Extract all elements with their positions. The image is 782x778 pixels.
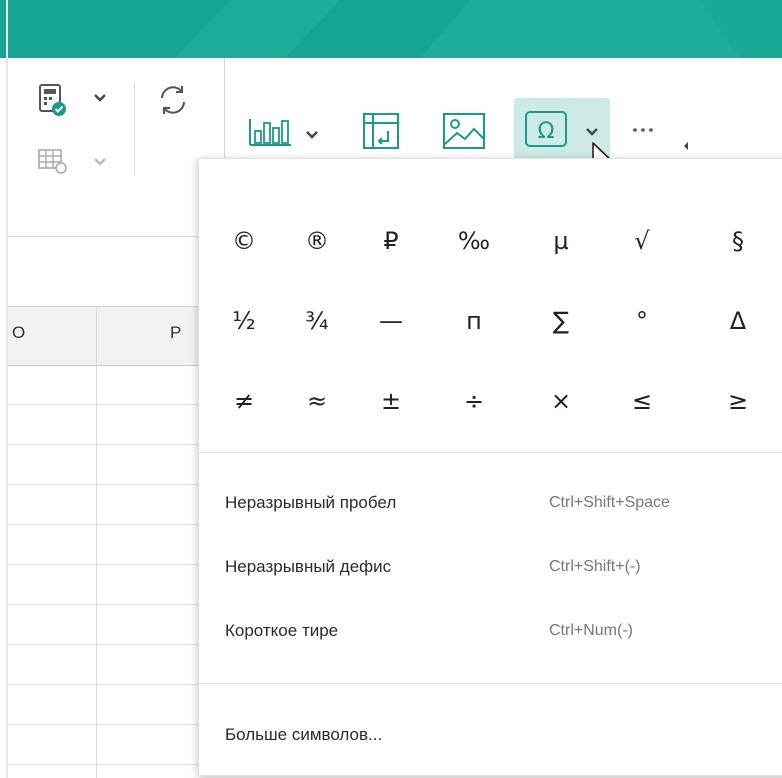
scroll-left-arrow-icon[interactable] <box>678 138 694 154</box>
row-line <box>8 644 208 645</box>
row-line <box>8 444 208 445</box>
table-refresh-icon[interactable] <box>30 140 74 180</box>
menu-item-shortcut: Ctrl+Shift+(-) <box>549 558 641 575</box>
symbol-approx[interactable]: ≈ <box>292 381 342 421</box>
symbol-summation[interactable]: ∑ <box>536 301 586 341</box>
ribbon-separator <box>224 58 225 158</box>
more-options-icon[interactable] <box>628 118 658 142</box>
menu-item-label: Больше символов... <box>225 725 383 744</box>
calculator-check-icon[interactable] <box>30 78 74 122</box>
ribbon-separator <box>134 84 135 176</box>
row-line <box>8 484 208 485</box>
menu-item-nonbreaking-space[interactable]: Неразрывный пробел Ctrl+Shift+Space <box>199 483 782 523</box>
symbol-multiply[interactable]: × <box>536 381 586 421</box>
menu-item-shortcut: Ctrl+Num(-) <box>549 622 633 639</box>
ribbon-bottom-border <box>8 236 208 237</box>
row-line <box>8 524 208 525</box>
svg-text:Ω: Ω <box>538 119 555 144</box>
symbol-one-half[interactable]: ½ <box>219 301 269 341</box>
symbol-per-mille[interactable]: ‰ <box>449 221 499 261</box>
chevron-down-icon[interactable] <box>300 124 324 146</box>
symbols-dropdown-menu: © ® ₽ ‰ µ √ § ½ ¾ — п ∑ ° Δ ≠ ≈ ± ÷ × ≤ … <box>198 158 782 776</box>
row-line <box>8 404 208 405</box>
image-icon[interactable] <box>436 106 492 156</box>
symbol-degree[interactable]: ° <box>617 301 667 341</box>
menu-item-label: Неразрывный пробел <box>225 493 397 512</box>
omega-symbol-icon[interactable]: Ω <box>518 104 574 154</box>
menu-separator <box>199 452 782 453</box>
pivot-table-icon[interactable] <box>356 106 406 156</box>
bar-chart-icon[interactable] <box>244 112 296 152</box>
menu-item-shortcut: Ctrl+Shift+Space <box>549 494 670 511</box>
symbol-micro[interactable]: µ <box>536 221 586 261</box>
symbol-section[interactable]: § <box>713 221 763 261</box>
symbol-ruble[interactable]: ₽ <box>366 221 416 261</box>
menu-item-nonbreaking-hyphen[interactable]: Неразрывный дефис Ctrl+Shift+(-) <box>199 547 782 587</box>
column-header-p[interactable]: P <box>170 323 181 343</box>
symbol-pi[interactable]: п <box>449 301 499 341</box>
title-bar <box>0 0 782 58</box>
symbol-three-quarters[interactable]: ¾ <box>292 301 342 341</box>
symbol-greater-equal[interactable]: ≥ <box>713 381 763 421</box>
row-line <box>8 564 208 565</box>
symbol-delta[interactable]: Δ <box>713 301 763 341</box>
symbol-registered[interactable]: ® <box>292 221 342 261</box>
column-divider[interactable] <box>96 306 97 778</box>
row-line <box>8 684 208 685</box>
column-header-o[interactable]: O <box>12 323 25 343</box>
row-line <box>8 724 208 725</box>
symbol-em-dash[interactable]: — <box>366 301 416 341</box>
title-bar-decoration <box>175 0 782 58</box>
chevron-down-icon[interactable] <box>88 150 112 174</box>
refresh-icon[interactable] <box>150 78 196 122</box>
menu-item-label: Неразрывный дефис <box>225 557 392 576</box>
menu-item-more-symbols[interactable]: Больше символов... <box>199 715 782 755</box>
chevron-down-icon[interactable] <box>88 86 112 110</box>
menu-item-en-dash[interactable]: Короткое тире Ctrl+Num(-) <box>199 611 782 651</box>
menu-separator <box>199 683 782 684</box>
symbol-copyright[interactable]: © <box>219 221 269 261</box>
menu-item-label: Короткое тире <box>225 621 339 640</box>
column-header-row: O P <box>8 306 208 366</box>
symbol-square-root[interactable]: √ <box>617 221 667 261</box>
row-line <box>8 604 208 605</box>
symbol-not-equal[interactable]: ≠ <box>219 381 269 421</box>
row-line <box>8 764 208 765</box>
symbol-division[interactable]: ÷ <box>449 381 499 421</box>
symbol-plus-minus[interactable]: ± <box>366 381 416 421</box>
symbol-less-equal[interactable]: ≤ <box>617 381 667 421</box>
